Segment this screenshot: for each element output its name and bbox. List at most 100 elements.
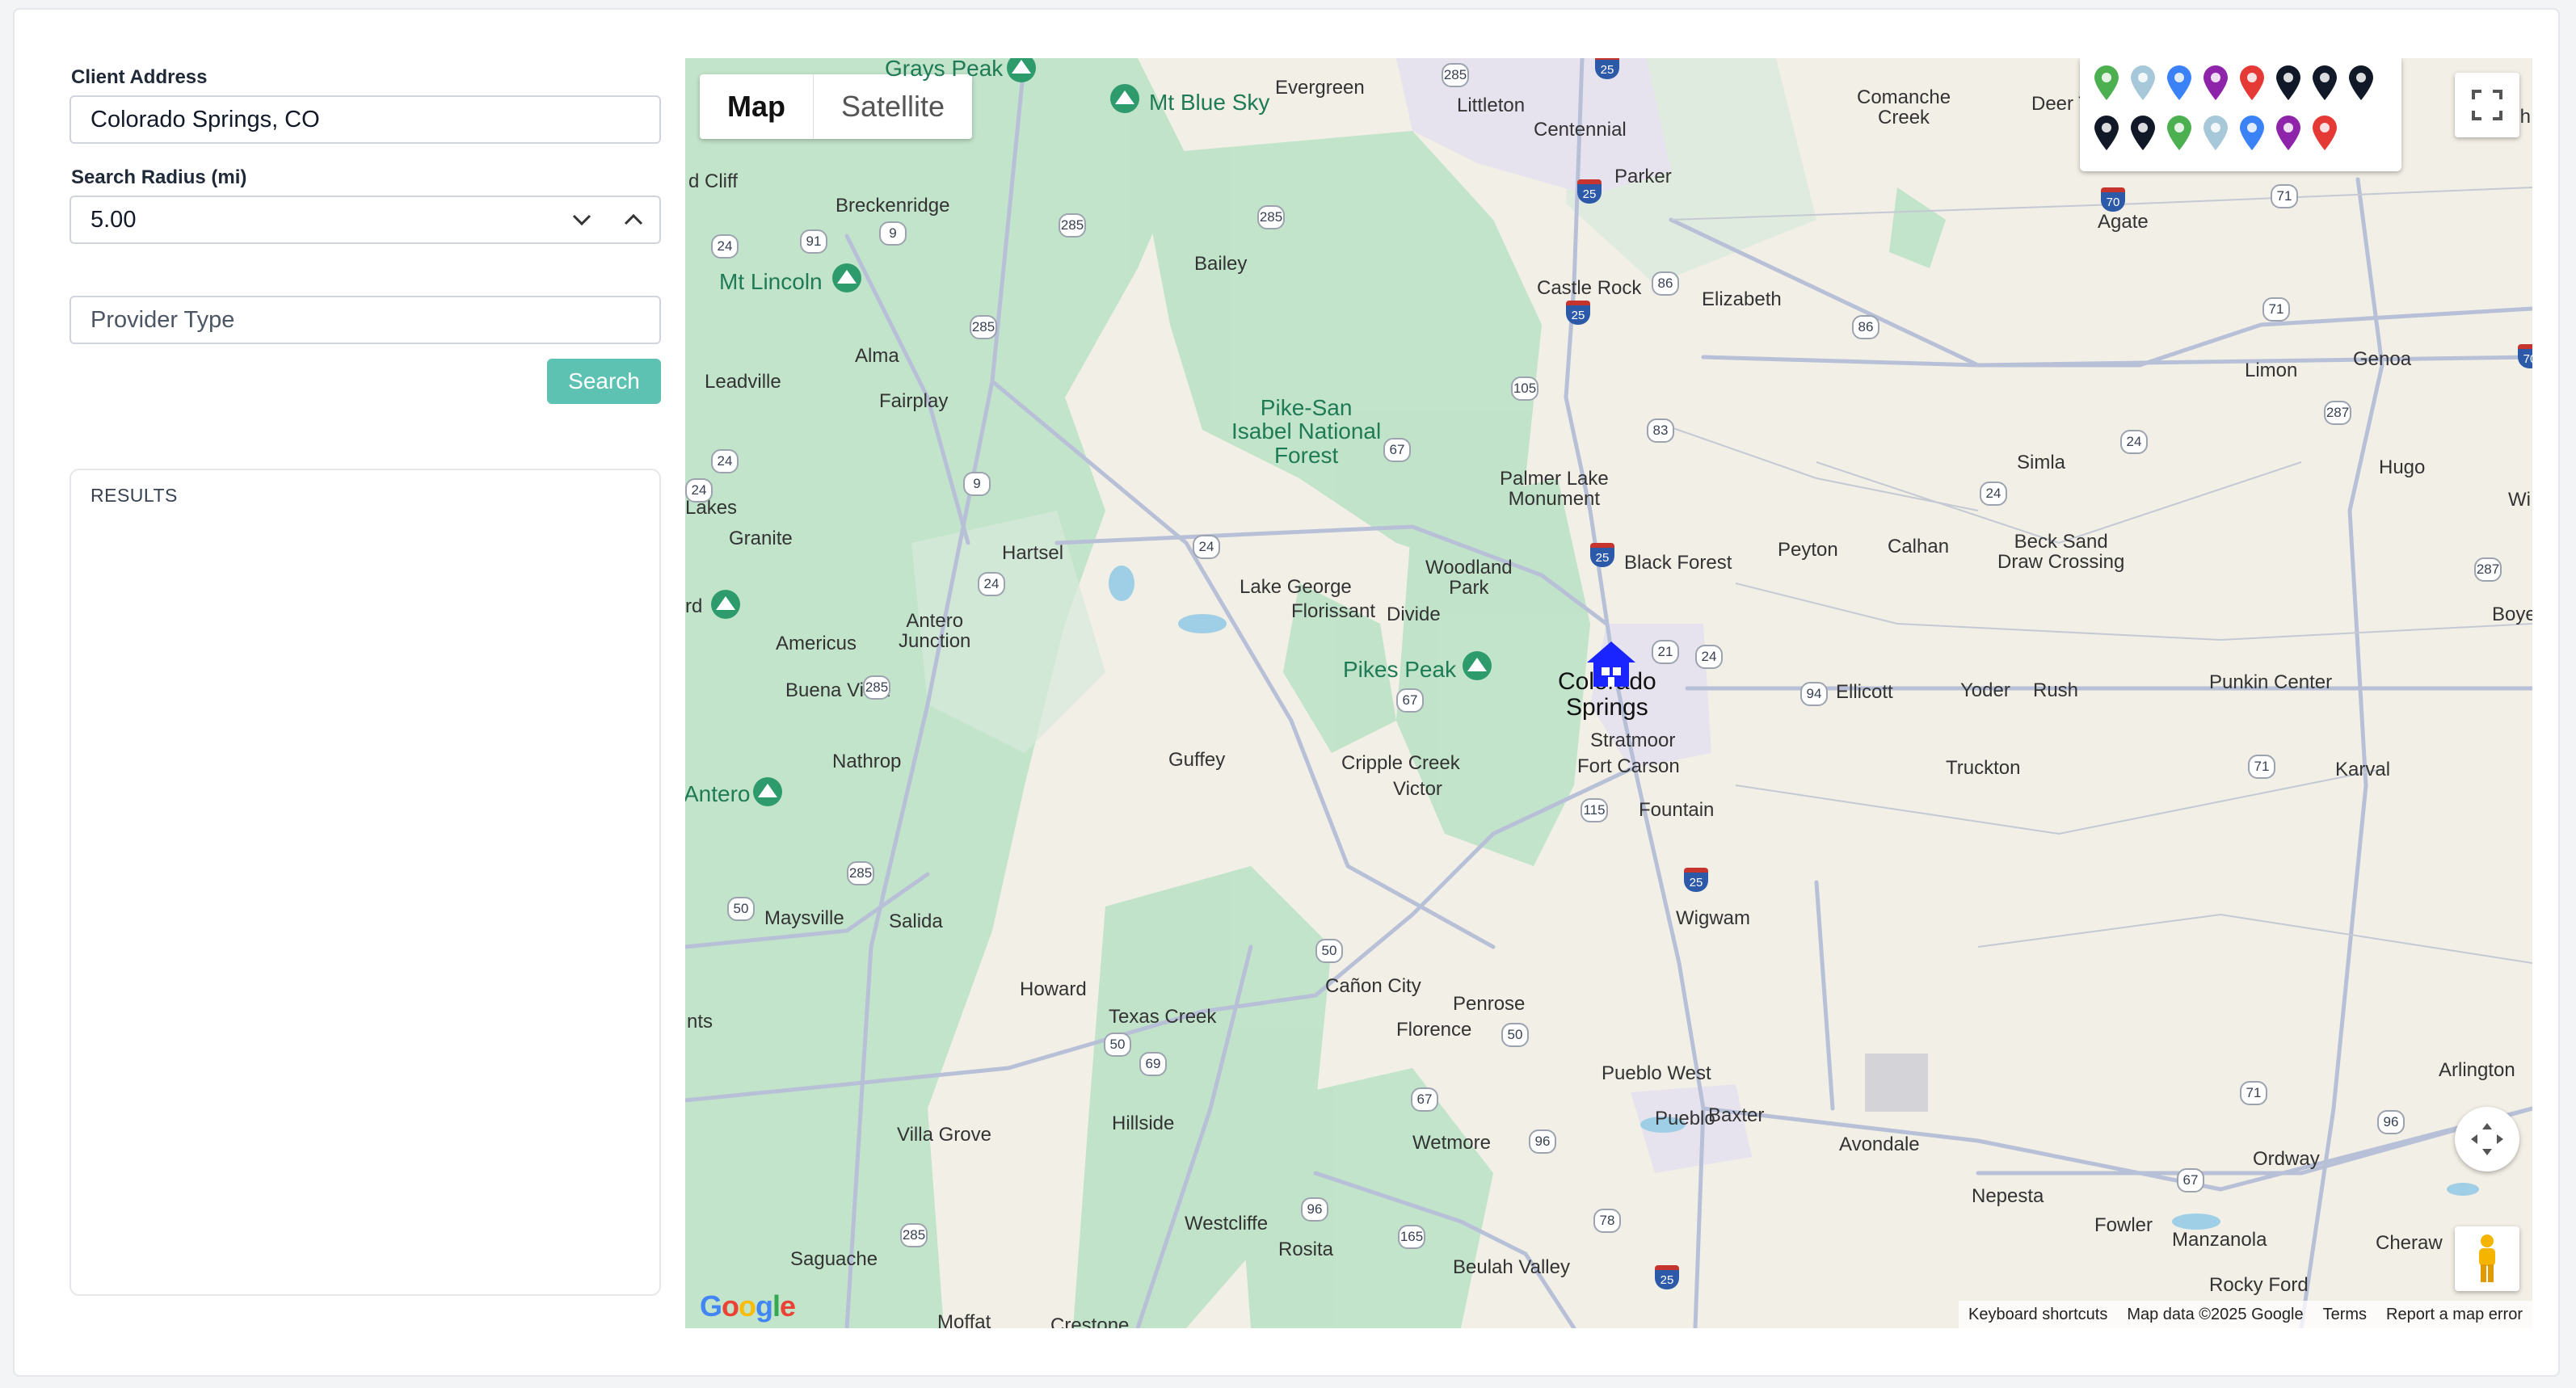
place-label: Nepesta (1972, 1185, 2044, 1207)
route-shield: 86 (1852, 315, 1879, 339)
map-type-map-button[interactable]: Map (700, 74, 814, 139)
route-shield: 21 (1652, 640, 1679, 664)
place-label: Comanche Creek (1857, 86, 1951, 129)
street-view-pegman-button[interactable] (2455, 1226, 2519, 1291)
place-label: rd (685, 595, 703, 617)
route-shield: 105 (1511, 376, 1538, 401)
place-label: Salida (889, 911, 943, 932)
place-label: Victor (1393, 778, 1442, 800)
search-radius-input[interactable]: 5.00 (69, 196, 661, 244)
place-label: Granite (729, 528, 793, 549)
place-label: Rosita (1278, 1239, 1334, 1260)
chevron-down-icon[interactable] (556, 197, 608, 242)
peak-icon (753, 777, 782, 806)
place-label: Parker (1614, 166, 1672, 187)
map-data-attribution: Map data ©2025 Google (2127, 1305, 2304, 1323)
map-pin-icon (2240, 65, 2264, 100)
interstate-shield: 25 (1684, 868, 1708, 892)
radius-spinner (556, 197, 659, 242)
chevron-up-icon[interactable] (608, 197, 659, 242)
route-shield: 96 (1529, 1129, 1556, 1154)
peak-icon (1463, 651, 1492, 680)
place-label: Rush (2033, 679, 2079, 701)
place-label: Westcliffe (1185, 1213, 1269, 1234)
main-card: Client Address Colorado Springs, CO Sear… (13, 8, 2560, 1377)
place-label: Wigwam (1676, 907, 1751, 929)
place-label: Pike-San Isabel National Forest (1231, 395, 1382, 468)
map-pin-icon (2276, 116, 2300, 150)
place-label: Mt Blue Sky (1149, 90, 1270, 115)
route-shield: 71 (2271, 184, 2298, 208)
google-logo[interactable]: Google (700, 1289, 796, 1323)
keyboard-shortcuts-link[interactable]: Keyboard shortcuts (1968, 1306, 2107, 1324)
search-button[interactable]: Search (547, 359, 661, 404)
place-label: Rocky Ford (2209, 1274, 2309, 1296)
place-label: Genoa (2353, 348, 2412, 370)
route-shield: 285 (1059, 213, 1086, 238)
terms-link[interactable]: Terms (2323, 1306, 2367, 1324)
route-shield: 24 (2120, 430, 2148, 454)
map-pin-icon (2094, 116, 2119, 150)
place-label: Ellicott (1836, 681, 1893, 703)
map-footer: Keyboard shortcuts Map data ©2025 Google… (1959, 1301, 2532, 1328)
place-label: Evergreen (1275, 77, 1365, 99)
place-label: Divide (1387, 604, 1441, 625)
map-type-control: Map Satellite (700, 74, 973, 139)
peak-icon (711, 590, 740, 619)
place-label: Palmer Lake Monument (1500, 468, 1609, 511)
place-label: Nathrop (832, 751, 902, 772)
place-label: Fairplay (879, 390, 949, 412)
home-marker-icon[interactable] (1584, 638, 1639, 690)
place-label: Florissant (1291, 600, 1376, 622)
map-view[interactable]: Map Satellite Grays Peak Mt Blue Sky Eve… (685, 58, 2532, 1328)
fullscreen-button[interactable] (2455, 73, 2519, 137)
route-shield: 50 (1104, 1033, 1131, 1057)
place-label: Florence (1396, 1019, 1472, 1041)
place-label: Woodland Park (1425, 557, 1513, 599)
provider-type-input[interactable]: Provider Type (69, 296, 661, 344)
search-radius-label: Search Radius (mi) (71, 166, 247, 188)
interstate-shield: 25 (1655, 1265, 1679, 1289)
route-shield: 285 (863, 675, 890, 700)
place-label: Boyer (2492, 604, 2532, 625)
route-shield: 285 (847, 861, 874, 885)
place-label: Stratmoor (1590, 730, 1676, 751)
place-label: Wi (2508, 489, 2531, 511)
place-label: Black Forest (1624, 552, 1732, 574)
report-error-link[interactable]: Report a map error (2386, 1306, 2523, 1324)
place-label: Guffey (1168, 749, 1226, 771)
marker-legend (2080, 58, 2401, 171)
interstate-shield: 70 (2101, 187, 2125, 212)
place-label: Fort Carson (1577, 755, 1680, 777)
place-label: Hugo (2379, 456, 2426, 478)
map-pin-icon (2131, 116, 2155, 150)
map-pin-icon (2313, 65, 2337, 100)
place-label: Beulah Valley (1453, 1256, 1570, 1278)
place-label: Simla (2017, 452, 2066, 473)
place-label: Hillside (1112, 1113, 1175, 1134)
search-radius-value: 5.00 (90, 206, 137, 233)
place-label: Avondale (1839, 1134, 1920, 1155)
route-shield: 285 (900, 1223, 928, 1247)
place-label: Baxter (1708, 1104, 1765, 1126)
route-shield: 67 (1411, 1087, 1438, 1112)
route-shield: 67 (2177, 1168, 2204, 1192)
place-label: Centennial (1534, 119, 1627, 141)
place-label: Agate (2098, 211, 2149, 233)
map-type-satellite-button[interactable]: Satellite (814, 74, 972, 139)
place-label: Lake George (1240, 576, 1352, 598)
route-shield: 67 (1383, 438, 1411, 462)
route-shield: 91 (800, 229, 827, 254)
pan-arrows-icon (2471, 1123, 2503, 1155)
place-label: Texas Creek (1109, 1006, 1217, 1028)
route-shield: 24 (978, 572, 1005, 596)
client-address-input[interactable]: Colorado Springs, CO (69, 95, 661, 144)
place-label: Pikes Peak (1343, 657, 1457, 682)
route-shield: 96 (2377, 1110, 2405, 1134)
interstate-shield: 25 (1590, 543, 1614, 567)
camera-control-button[interactable] (2455, 1107, 2519, 1171)
place-label: Fountain (1639, 799, 1715, 821)
interstate-shield: 25 (1595, 58, 1619, 79)
route-shield: 67 (1396, 688, 1424, 713)
place-label: Calhan (1888, 536, 1950, 557)
